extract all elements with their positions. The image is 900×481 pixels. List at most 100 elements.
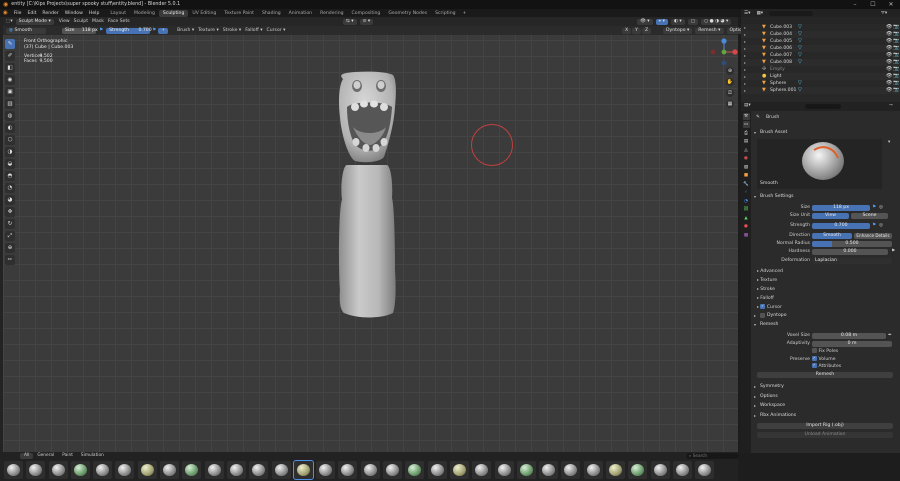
menu-edit[interactable]: Edit xyxy=(25,11,40,16)
mask-by-color-icon[interactable]: ◕ xyxy=(5,195,15,205)
brush-dropdown[interactable]: Brush ▾ xyxy=(175,28,196,33)
remesh-button[interactable]: Remesh xyxy=(757,372,893,378)
workspace-tab-rendering[interactable]: Rendering xyxy=(316,10,347,17)
maximize-icon[interactable]: ☐ xyxy=(864,0,882,9)
size-unit-scene[interactable]: Scene xyxy=(851,212,888,219)
cursor-checkbox[interactable]: ✓ xyxy=(760,304,765,309)
brush-thumbnail[interactable] xyxy=(672,461,692,479)
brush-settings-section[interactable]: ▾ Brush Settings xyxy=(751,193,900,200)
render-camera-icon[interactable]: 📷 xyxy=(893,59,899,66)
pan-hand-icon[interactable]: ✋ xyxy=(726,78,734,86)
render-tab-icon[interactable]: ▭ xyxy=(742,121,750,128)
outliner-item[interactable]: ▸ ▼ Cube.007 ▽ 👁 📷 xyxy=(741,52,900,59)
fix-poles-checkbox[interactable]: Fix Poles xyxy=(812,348,838,355)
dyntopo-dropdown[interactable]: Dyntopo ▾ xyxy=(663,27,693,34)
outliner-item[interactable]: ▸ ▼ Sphere.001 ▽ 👁 📷 xyxy=(741,87,900,94)
remesh-dropdown[interactable]: Remesh ▾ xyxy=(695,27,724,34)
falloff-dropdown[interactable]: Falloff ▾ xyxy=(243,28,264,33)
cursor-dropdown[interactable]: Cursor ▾ xyxy=(265,28,288,33)
visibility-eye-icon[interactable]: 👁 xyxy=(886,59,892,66)
workspace-tab-sculpting[interactable]: Sculpting xyxy=(158,9,189,17)
expand-icon[interactable]: ▸ xyxy=(744,52,746,59)
expand-icon[interactable]: ▸ xyxy=(744,80,746,87)
brush-asset-menu-icon[interactable]: ▾ xyxy=(888,140,890,145)
brush-thumbnail[interactable] xyxy=(48,461,68,479)
outliner-item[interactable]: ▸ ✣ Empty 👁 📷 xyxy=(741,66,900,73)
adaptivity-field[interactable]: 0 m xyxy=(812,340,892,347)
visibility-eye-icon[interactable]: 👁 xyxy=(886,73,892,80)
scene-tab-icon[interactable]: ◬ xyxy=(743,147,750,154)
workspace-tab-modeling[interactable]: Modeling xyxy=(130,10,159,17)
brush-thumbnail[interactable] xyxy=(383,461,403,479)
expand-icon[interactable]: ▸ xyxy=(744,66,746,73)
texture-tab-icon[interactable]: ▩ xyxy=(743,232,750,239)
material-tab-icon[interactable]: ● xyxy=(743,223,750,230)
brush-thumbnail[interactable] xyxy=(26,461,46,479)
brush-thumbnail[interactable] xyxy=(606,461,626,479)
strength-pressure-icon[interactable]: ⚑ xyxy=(152,28,156,33)
render-camera-icon[interactable]: 📷 xyxy=(893,66,899,73)
shading-mode-icons[interactable]: ○ ● ◑ ◕ ▾ xyxy=(701,18,732,25)
camera-view-icon[interactable]: ⎚ xyxy=(726,89,734,97)
mask-tool-icon[interactable]: ◧ xyxy=(5,63,15,73)
viewport-menu-face-sets[interactable]: Face Sets xyxy=(106,19,132,24)
mesh-data-icon[interactable]: ▽ xyxy=(798,38,802,45)
mode-selector[interactable]: Sculpt Mode ▾ xyxy=(15,18,54,25)
workspace-tab-geometry-nodes[interactable]: Geometry Nodes xyxy=(384,10,431,17)
constraints-tab-icon[interactable]: ⛓ xyxy=(743,206,750,213)
menu-file[interactable]: File xyxy=(11,11,25,16)
brush-thumbnail[interactable] xyxy=(561,461,581,479)
section-options[interactable]: ▸ Options xyxy=(751,393,900,400)
outliner-item[interactable]: ▸ ▼ Cube.008 ▽ 👁 📷 xyxy=(741,59,900,66)
size-lock-icon[interactable]: ◎ xyxy=(879,204,883,211)
render-camera-icon[interactable]: 📷 xyxy=(893,45,899,52)
subsection-texture[interactable]: ▸ Texture xyxy=(757,276,777,283)
outliner-search-field[interactable] xyxy=(769,10,814,16)
data-tab-icon[interactable]: ▲ xyxy=(743,215,750,222)
strength-lock-icon[interactable]: ◎ xyxy=(879,222,883,229)
texture-dropdown[interactable]: Texture ▾ xyxy=(196,28,221,33)
close-icon[interactable]: ✕ xyxy=(882,0,900,9)
expand-icon[interactable]: ▸ xyxy=(744,45,746,52)
brush-thumbnail[interactable] xyxy=(316,461,336,479)
voxel-size-field[interactable]: 0.08 m xyxy=(812,332,886,339)
dyntopo-section[interactable]: ▸ Dyntopo xyxy=(751,312,900,319)
brush-thumbnail[interactable] xyxy=(115,461,135,479)
brush-thumbnail[interactable] xyxy=(695,461,715,479)
expand-icon[interactable]: ▸ xyxy=(744,24,746,31)
expand-icon[interactable]: ▸ xyxy=(744,31,746,38)
brush-thumbnail[interactable] xyxy=(93,461,113,479)
asset-search-input[interactable]: ⌕ Search xyxy=(686,453,739,459)
size-pressure-icon[interactable]: ⚑ xyxy=(872,204,876,211)
brush-thumbnail[interactable] xyxy=(427,461,447,479)
brush-thumbnail[interactable] xyxy=(494,461,514,479)
brush-selector[interactable]: ◍ Smooth xyxy=(6,27,46,34)
outliner-item[interactable]: ▸ ▼ Cube.006 ▽ 👁 📷 xyxy=(741,45,900,52)
brush-thumbnail[interactable] xyxy=(472,461,492,479)
brush-thumbnail[interactable] xyxy=(249,461,269,479)
workspace-tab-compositing[interactable]: Compositing xyxy=(348,10,385,17)
outliner-item[interactable]: ▸ ● Light 👁 📷 xyxy=(741,73,900,80)
properties-editor-icon[interactable]: ▤▾ xyxy=(744,103,751,108)
hardness-field[interactable]: 0.000 xyxy=(812,248,888,255)
add-workspace-button[interactable]: + xyxy=(463,11,467,16)
subsection-stroke[interactable]: ▸ Stroke xyxy=(757,285,775,292)
box-mask-icon[interactable]: ▣ xyxy=(5,87,15,97)
brush-thumbnail[interactable] xyxy=(539,461,559,479)
mesh-data-icon[interactable]: ▽ xyxy=(798,80,802,87)
properties-search[interactable] xyxy=(805,104,841,109)
particles-tab-icon[interactable]: ⁘ xyxy=(743,189,750,196)
mesh-data-icon[interactable]: ▽ xyxy=(798,52,802,59)
visibility-eye-icon[interactable]: 👁 xyxy=(886,52,892,59)
render-camera-icon[interactable]: 📷 xyxy=(893,38,899,45)
brush-thumbnail[interactable] xyxy=(182,461,202,479)
line-project-icon[interactable]: ⬡ xyxy=(5,135,15,145)
expand-icon[interactable]: ▸ xyxy=(744,59,746,66)
visibility-eye-icon[interactable]: 👁 xyxy=(886,45,892,52)
mesh-data-icon[interactable]: ▽ xyxy=(798,31,802,38)
subsection-advanced[interactable]: ▸ Advanced xyxy=(757,267,783,274)
expand-icon[interactable]: ▸ xyxy=(744,73,746,80)
pin-icon[interactable]: ⊸ xyxy=(889,103,893,108)
render-camera-icon[interactable]: 📷 xyxy=(893,87,899,94)
cloth-filter-icon[interactable]: ◒ xyxy=(5,159,15,169)
